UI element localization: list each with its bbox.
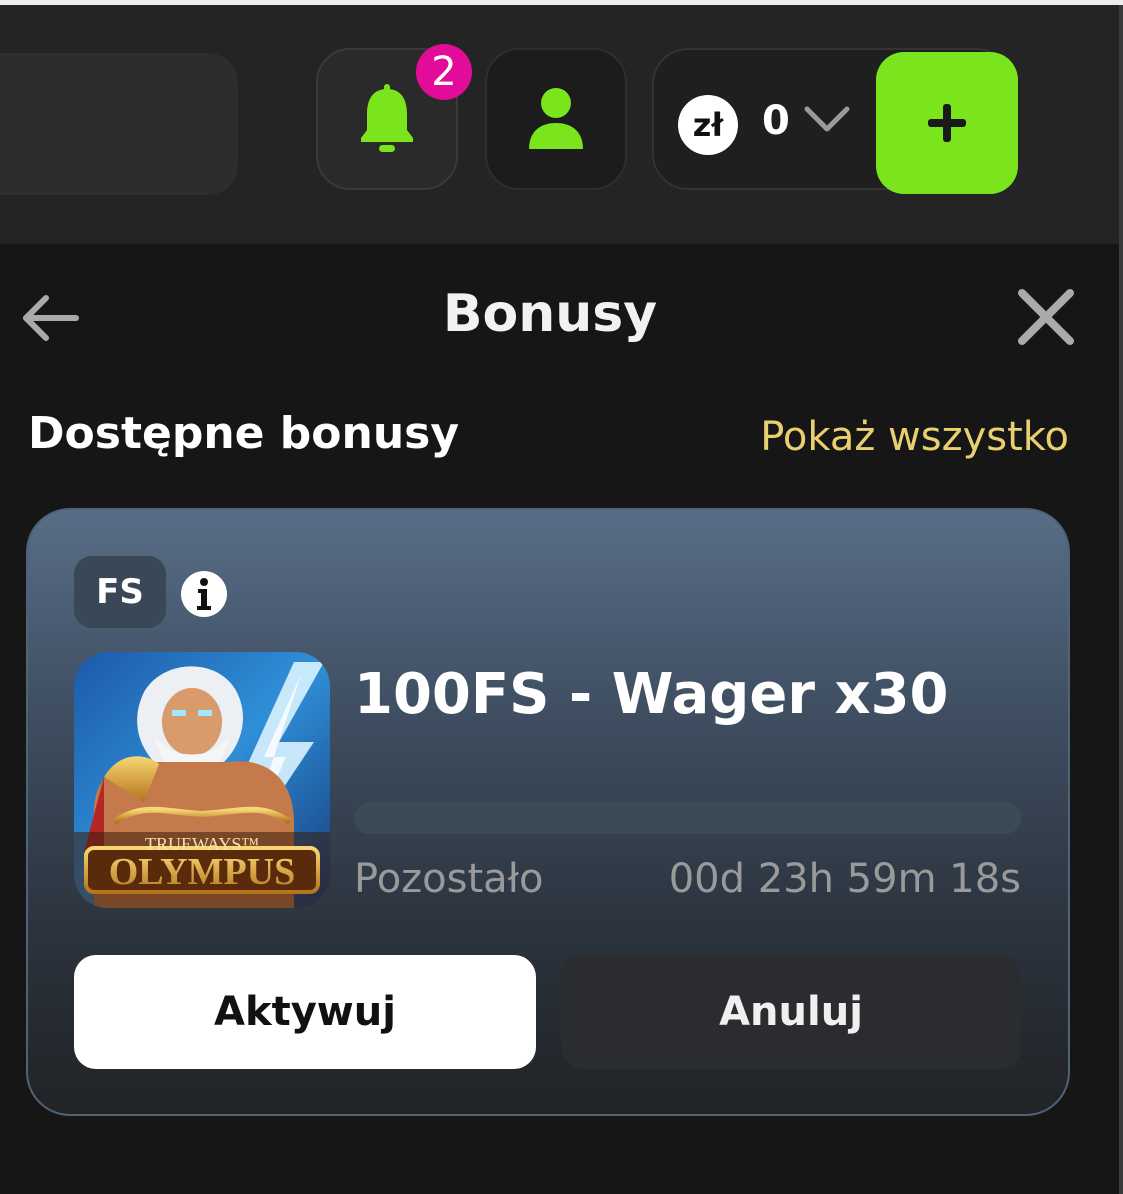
bonus-type-tag: FS [74,556,166,628]
bonus-name: 100FS - Wager x30 [354,662,949,727]
currency-badge: zł [678,95,738,155]
section-title: Dostępne bonusy [28,408,460,459]
search-box[interactable] [0,53,238,195]
plus-icon [928,104,966,142]
info-icon[interactable] [180,570,228,618]
bell-icon [361,84,413,152]
game-artwork: TRUEWAYS™ OLYMPUS [74,652,330,908]
notification-count-badge: 2 [416,44,472,100]
remaining-time: 00d 23h 59m 18s [668,856,1021,902]
cancel-button[interactable]: Anuluj [561,955,1021,1069]
user-icon [529,88,583,149]
panel-title: Bonusy [442,284,658,344]
profile-button[interactable] [485,48,627,190]
chevron-down-icon[interactable] [804,104,850,134]
show-all-link[interactable]: Pokaż wszystko [760,414,1069,460]
window-scrollbar[interactable] [1119,5,1123,1194]
activate-button[interactable]: Aktywuj [74,955,536,1069]
close-icon[interactable] [1017,288,1075,346]
remaining-label: Pozostało [354,856,544,902]
wager-progress-bar [354,802,1021,834]
deposit-button[interactable] [876,52,1018,194]
game-thumbnail[interactable]: TRUEWAYS™ OLYMPUS [74,652,330,908]
game-logo-main: OLYMPUS [109,851,296,893]
balance-amount: 0 [762,98,790,144]
